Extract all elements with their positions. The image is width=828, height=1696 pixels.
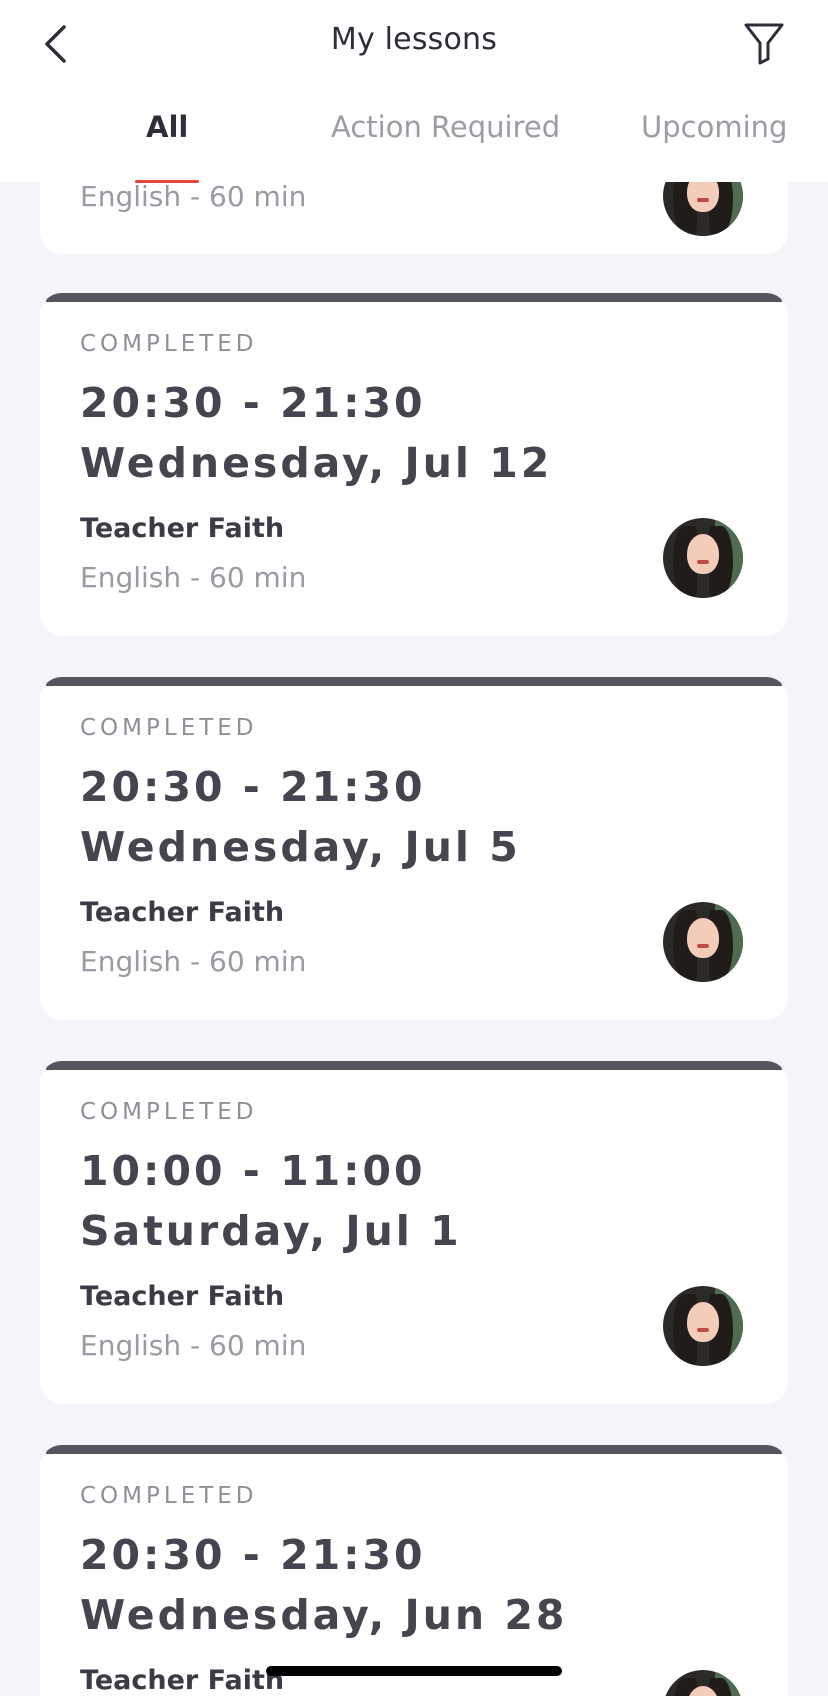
teacher-avatar [663,1286,743,1366]
lesson-meta: English - 60 min [80,180,307,213]
lesson-card[interactable]: COMPLETED 20:30 - 21:30 Wednesday, Jul 1… [40,293,788,636]
lesson-meta: English - 60 min [80,945,307,978]
lesson-status: COMPLETED [80,1483,258,1509]
lesson-card[interactable]: COMPLETED 20:30 - 21:30 Wednesday, Jun 2… [40,1445,788,1696]
teacher-name: Teacher Faith [80,1281,285,1312]
card-accent-strip [46,1061,782,1070]
lesson-status: COMPLETED [80,331,258,357]
teacher-name: Teacher Faith [80,897,285,928]
lesson-meta: English - 60 min [80,561,307,594]
home-indicator [266,1666,562,1676]
lesson-date: Saturday, Jul 1 [80,1207,462,1255]
lesson-date: Wednesday, Jul 12 [80,439,553,487]
lesson-time: 20:30 - 21:30 [80,379,426,427]
page-title: My lessons [330,22,498,57]
lesson-time: 20:30 - 21:30 [80,1531,426,1579]
lesson-time: 20:30 - 21:30 [80,763,426,811]
teacher-avatar [663,518,743,598]
teacher-avatar [663,902,743,982]
top-navigation-bar: My lessons All Action Required Upcoming [0,0,828,183]
tab-all[interactable]: All [146,110,188,144]
lesson-tabs: All Action Required Upcoming [0,110,828,183]
lessons-screen: English - 60 min COMPLETED 20:30 - 21:30… [0,0,828,1696]
teacher-name: Teacher Faith [80,513,285,544]
lesson-date: Wednesday, Jun 28 [80,1591,568,1639]
lesson-card[interactable]: COMPLETED 20:30 - 21:30 Wednesday, Jul 5… [40,677,788,1020]
tab-upcoming[interactable]: Upcoming [641,110,787,144]
lesson-status: COMPLETED [80,715,258,741]
lesson-date: Wednesday, Jul 5 [80,823,521,871]
filter-icon [744,23,784,65]
filter-button[interactable] [740,18,788,68]
teacher-name: Teacher Faith [80,1665,285,1696]
tab-action-required[interactable]: Action Required [331,110,560,144]
active-tab-indicator [135,180,199,183]
teacher-avatar [663,1670,743,1696]
lesson-card[interactable]: COMPLETED 10:00 - 11:00 Saturday, Jul 1 … [40,1061,788,1404]
card-accent-strip [46,293,782,302]
card-accent-strip [46,1445,782,1454]
lesson-time: 10:00 - 11:00 [80,1147,426,1195]
lesson-meta: English - 60 min [80,1329,307,1362]
card-accent-strip [46,677,782,686]
lesson-status: COMPLETED [80,1099,258,1125]
